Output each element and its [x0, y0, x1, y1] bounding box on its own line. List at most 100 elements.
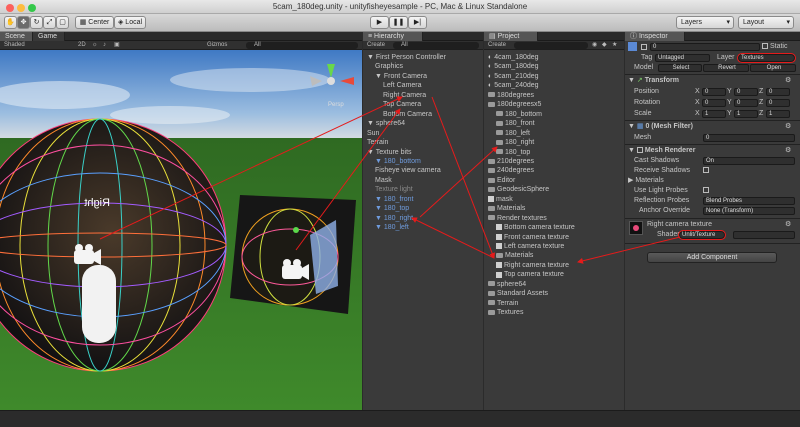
hierarchy-item[interactable]: ▼ Front Camera — [375, 72, 427, 81]
foldout-arrow-icon[interactable]: ▼ — [367, 54, 376, 61]
shader-edit-button[interactable] — [733, 231, 795, 239]
hierarchy-item[interactable]: Fisheye view camera — [375, 166, 441, 175]
project-item[interactable]: Bottom camera texture — [496, 223, 575, 232]
foldout-arrow-icon[interactable]: ▼ — [375, 73, 384, 80]
project-item[interactable]: ◐ 5cam_180deg — [488, 62, 539, 71]
hierarchy-item[interactable]: ▼ 180_left — [375, 223, 409, 232]
zoom-window-icon[interactable] — [28, 4, 36, 12]
scl-y-field[interactable]: 1 — [734, 110, 758, 118]
hierarchy-item[interactable]: Top Camera — [383, 100, 421, 109]
minimize-window-icon[interactable] — [17, 4, 25, 12]
anchor-override-field[interactable]: None (Transform) — [703, 207, 795, 215]
scene-viewport[interactable]: Right Persp — [0, 50, 362, 410]
project-item[interactable]: Render textures — [488, 214, 547, 223]
mesh-filter-header[interactable]: ▼ ▦ 0 (Mesh Filter) — [628, 122, 693, 131]
scl-z-field[interactable]: 1 — [766, 110, 790, 118]
foldout-arrow-icon[interactable]: ▼ — [375, 224, 384, 231]
project-item[interactable]: ◐ 4cam_180deg — [488, 53, 539, 62]
pos-z-field[interactable]: 0 — [766, 88, 790, 96]
pivot-center-button[interactable]: ▦ Center — [75, 16, 114, 29]
hand-tool-icon[interactable]: ✋ — [4, 16, 17, 29]
project-item[interactable]: Editor — [488, 176, 515, 185]
pos-x-field[interactable]: 0 — [702, 88, 726, 96]
layers-dropdown[interactable]: Layers ▾ — [676, 16, 734, 29]
project-item[interactable]: Right camera texture — [496, 261, 569, 270]
tab-hierarchy[interactable]: ≡ Hierarchy — [363, 32, 423, 41]
component-settings-icon[interactable]: ⚙ — [785, 122, 791, 131]
hierarchy-item[interactable]: Graphics — [375, 62, 403, 71]
project-item[interactable]: Terrain — [488, 299, 518, 308]
hierarchy-item[interactable]: ▼ Texture bits — [367, 148, 412, 157]
tab-scene[interactable]: Scene — [0, 32, 33, 41]
shader-dropdown[interactable]: Unlit/Texture — [678, 230, 726, 240]
shading-mode-dropdown[interactable]: Shaded — [4, 41, 25, 50]
project-item[interactable]: ◐ 5cam_210deg — [488, 72, 539, 81]
hierarchy-item[interactable]: Mask — [375, 176, 392, 185]
reflection-probes-dropdown[interactable]: Blend Probes — [703, 197, 795, 205]
hierarchy-item[interactable]: ▼ 180_bottom — [375, 157, 421, 166]
foldout-arrow-icon[interactable]: ▼ — [375, 158, 384, 165]
model-revert-button[interactable]: Revert — [703, 64, 749, 72]
cast-shadows-dropdown[interactable]: On — [703, 157, 795, 165]
project-item[interactable]: sphere64 — [488, 280, 526, 289]
project-item[interactable]: 180_top — [496, 148, 530, 157]
project-item[interactable]: Left camera texture — [496, 242, 564, 251]
hierarchy-search-input[interactable]: All — [393, 42, 479, 49]
foldout-arrow-icon[interactable]: ▼ — [367, 120, 376, 127]
project-item[interactable]: GeodesicSphere — [488, 185, 549, 194]
hierarchy-item[interactable]: ▼ sphere64 — [367, 119, 405, 128]
component-settings-icon[interactable]: ⚙ — [785, 76, 791, 85]
gameobject-name-field[interactable]: 0 — [650, 43, 760, 51]
scale-tool-icon[interactable]: ⤢ — [43, 16, 56, 29]
hierarchy-item[interactable]: Left Camera — [383, 81, 422, 90]
lighting-toggle-icon[interactable]: ☼ — [92, 41, 98, 50]
hierarchy-create-dropdown[interactable]: Create — [367, 41, 385, 50]
project-item[interactable]: 180_right — [496, 138, 534, 147]
tab-project[interactable]: ▤ Project — [484, 32, 538, 41]
model-select-button[interactable]: Select — [658, 64, 702, 72]
rot-y-field[interactable]: 0 — [734, 99, 758, 107]
gizmos-dropdown[interactable]: Gizmos — [207, 41, 227, 50]
project-item[interactable]: 240degrees — [488, 166, 534, 175]
hierarchy-item[interactable]: ▼ First Person Controller — [367, 53, 446, 62]
filter-type-icon[interactable]: ◉ — [592, 41, 597, 50]
audio-toggle-icon[interactable]: ♪ — [103, 41, 106, 50]
project-item[interactable]: 180degreesx5 — [488, 100, 541, 109]
rot-x-field[interactable]: 0 — [702, 99, 726, 107]
foldout-arrow-icon[interactable]: ▼ — [367, 149, 376, 156]
scene-search-input[interactable]: All — [246, 42, 358, 49]
renderer-enabled-checkbox[interactable] — [636, 147, 643, 154]
rect-tool-icon[interactable]: ▢ — [56, 16, 69, 29]
project-item[interactable]: Materials — [488, 204, 525, 213]
step-button[interactable]: ▶| — [408, 16, 427, 29]
play-button[interactable]: ▶ — [370, 16, 389, 29]
mesh-renderer-header[interactable]: ▼ Mesh Renderer — [628, 146, 695, 155]
project-search-input[interactable] — [514, 42, 588, 49]
scl-x-field[interactable]: 1 — [702, 110, 726, 118]
project-item[interactable]: Standard Assets — [488, 289, 548, 298]
project-item[interactable]: 180degrees — [488, 91, 534, 100]
use-light-probes-checkbox[interactable] — [703, 186, 709, 195]
player-capsule[interactable] — [82, 265, 116, 343]
layout-dropdown[interactable]: Layout ▾ — [738, 16, 794, 29]
project-item[interactable]: Materials — [496, 251, 533, 260]
static-toggle[interactable]: Static — [762, 42, 787, 51]
project-item[interactable]: 180_bottom — [496, 110, 542, 119]
transform-header[interactable]: ▼ ↗ Transform — [628, 76, 679, 85]
add-component-button[interactable]: Add Component — [647, 252, 777, 263]
rot-z-field[interactable]: 0 — [766, 99, 790, 107]
layer-dropdown[interactable]: Textures — [737, 53, 796, 63]
active-checkbox[interactable] — [641, 43, 647, 52]
tag-dropdown[interactable]: Untagged — [655, 54, 710, 62]
project-item[interactable]: 210degrees — [488, 157, 534, 166]
project-item[interactable]: Top camera texture — [496, 270, 564, 279]
pivot-local-button[interactable]: ◈ Local — [114, 16, 146, 29]
project-item[interactable]: ◐ 5cam_240deg — [488, 81, 539, 90]
hierarchy-item[interactable]: Texture light — [375, 185, 413, 194]
filter-label-icon[interactable]: ◆ — [602, 41, 607, 50]
component-settings-icon[interactable]: ⚙ — [785, 146, 791, 155]
hierarchy-item[interactable]: ▼ 180_top — [375, 204, 409, 213]
favorite-icon[interactable]: ★ — [612, 41, 617, 50]
pos-y-field[interactable]: 0 — [734, 88, 758, 96]
rotate-tool-icon[interactable]: ↻ — [30, 16, 43, 29]
